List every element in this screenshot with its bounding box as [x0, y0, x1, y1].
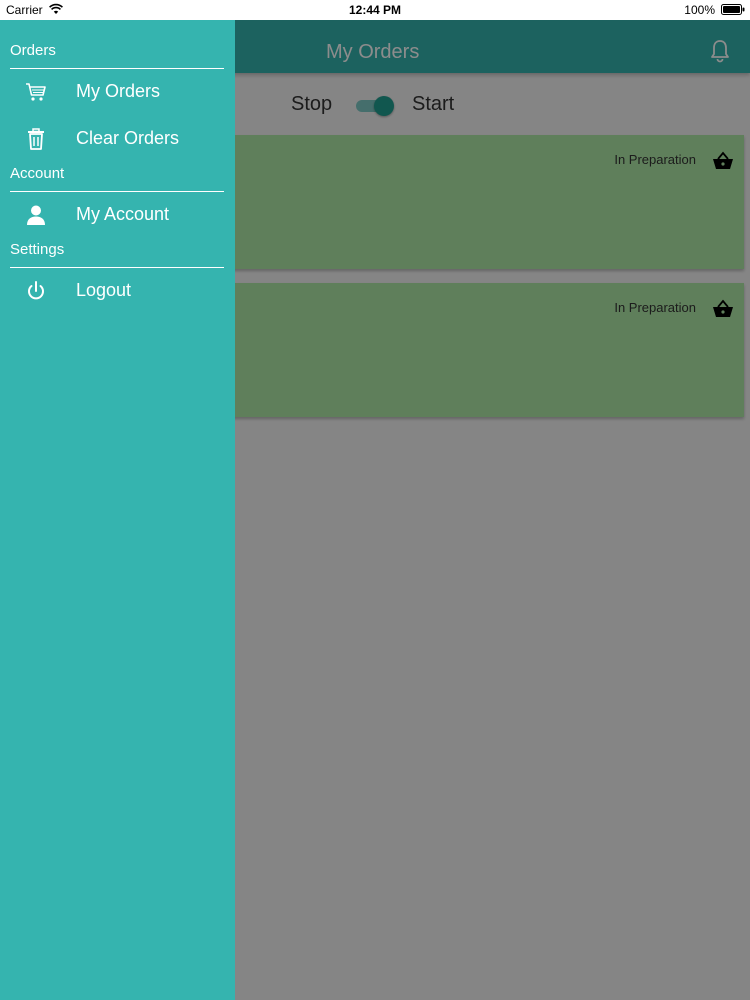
divider [10, 68, 224, 69]
divider [10, 191, 224, 192]
divider [10, 267, 224, 268]
navigation-drawer: Orders My Orders Clear Orders Account My… [0, 20, 235, 1000]
battery-icon [721, 4, 745, 15]
power-icon [28, 281, 44, 300]
section-title-orders: Orders [10, 42, 56, 59]
drawer-item-my-orders[interactable]: My Orders [0, 72, 235, 112]
drawer-item-label: My Orders [76, 81, 161, 101]
trash-icon [28, 128, 44, 150]
cart-icon [26, 83, 46, 101]
drawer-item-my-account[interactable]: My Account [0, 195, 235, 235]
drawer-item-clear-orders[interactable]: Clear Orders [0, 119, 235, 159]
drawer-item-logout[interactable]: Logout [0, 271, 235, 311]
user-icon [27, 205, 45, 225]
section-title-account: Account [10, 165, 65, 182]
drawer-item-label: My Account [76, 204, 170, 224]
drawer-item-label: Clear Orders [76, 128, 180, 148]
battery-percent: 100% [684, 3, 715, 17]
clock: 12:44 PM [348, 3, 402, 17]
drawer-item-label: Logout [76, 280, 132, 300]
section-title-settings: Settings [10, 241, 65, 258]
status-bar: Carrier 12:44 PM 100% [0, 0, 750, 20]
